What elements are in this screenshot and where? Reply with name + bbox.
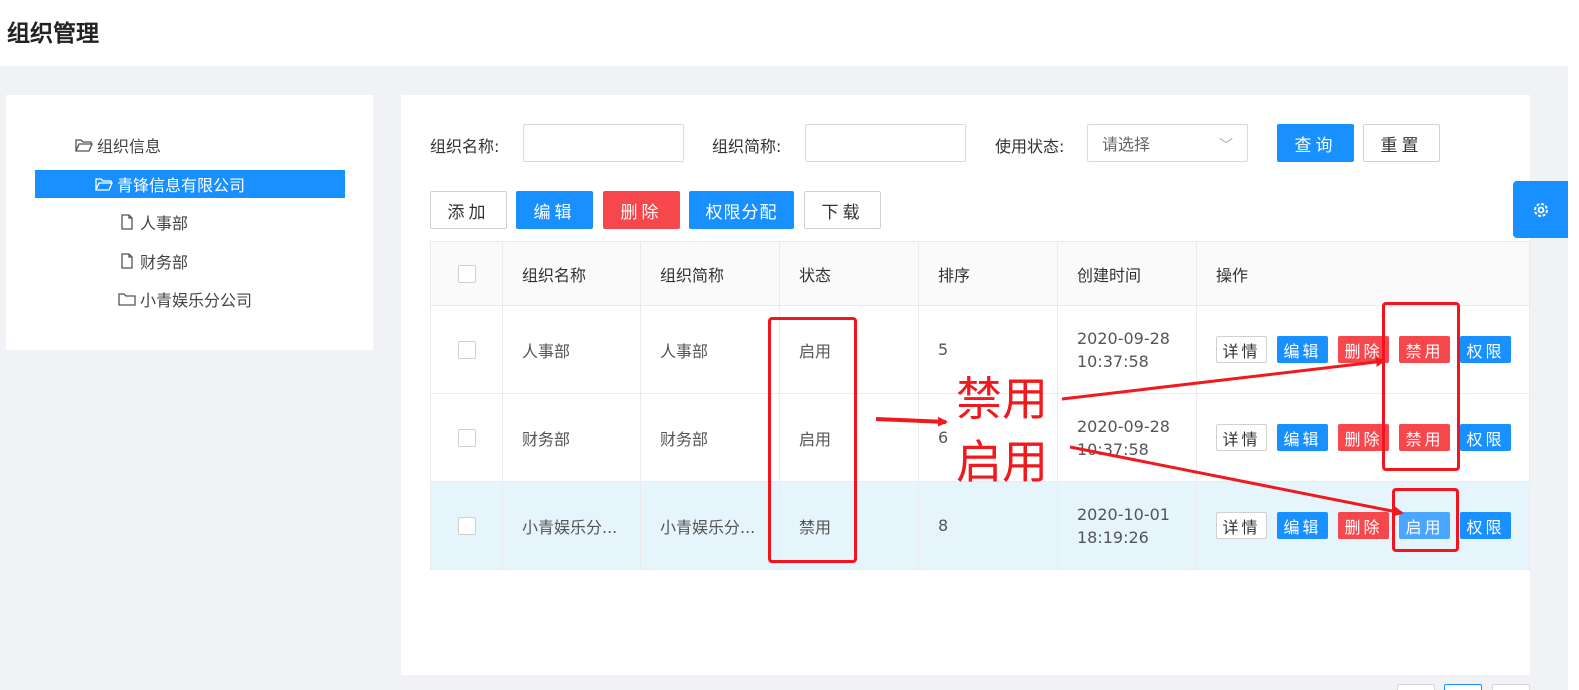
arrow-to-disable (1061, 356, 1386, 401)
annotation-arrows (875, 356, 1404, 517)
arrow-to-enable (1069, 445, 1404, 517)
arrow-to-label (875, 416, 948, 427)
